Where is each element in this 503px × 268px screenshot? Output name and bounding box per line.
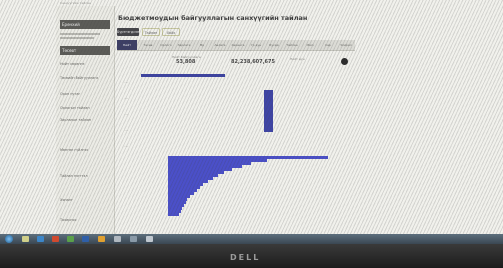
tab-11[interactable]: Сар — [321, 40, 335, 50]
sidebar: Ерөнхий Төсөвт Нийт хөрөнгө Төсвийн байг… — [56, 6, 115, 238]
media-icon[interactable] — [52, 236, 59, 242]
chrome-icon[interactable] — [98, 236, 105, 242]
sidebar-item-10[interactable]: Тохиргоо — [60, 218, 76, 222]
sidebar-item-3[interactable]: Төсвийн байгууллага — [60, 76, 98, 80]
tab-4[interactable]: Өр — [195, 40, 209, 50]
column-bar — [264, 90, 273, 132]
stat-caption-left: Нийт байгууллага — [172, 55, 201, 59]
stat-value-right: 82,238,607,675 — [231, 59, 275, 65]
horizontal-bar-chart — [168, 156, 338, 218]
sidebar-item-5[interactable]: Орлогын тайлан — [60, 106, 90, 110]
tab-bar: Нийт Төсөв Орлого Зарлага Өр Авлага Хөрө… — [117, 40, 355, 51]
sidebar-item-7[interactable]: Мөнгөн гүйлгээ — [60, 148, 88, 152]
taskbar — [0, 234, 503, 244]
tab-10[interactable]: Жил — [303, 40, 317, 50]
word-icon[interactable] — [82, 236, 89, 242]
tab-8[interactable]: Бусад — [267, 40, 281, 50]
divider — [60, 37, 94, 39]
tab-5[interactable]: Авлага — [213, 40, 227, 50]
tab-1[interactable]: Төсөв — [141, 40, 155, 50]
start-button[interactable] — [5, 235, 13, 243]
excel-icon[interactable] — [67, 236, 74, 242]
folder-icon[interactable] — [22, 236, 29, 242]
app-icon[interactable] — [130, 236, 137, 242]
sidebar-item-1[interactable]: Төсөвт — [60, 46, 110, 55]
sidebar-item-4[interactable]: Орон нутаг — [60, 92, 80, 96]
stat-value-left: 53,808 — [176, 59, 196, 65]
sidebar-item-0[interactable]: Ерөнхий — [60, 20, 110, 29]
tab-7[interactable]: Үр дүн — [249, 40, 263, 50]
sidebar-item-9[interactable]: Хяналт — [60, 198, 73, 202]
sidebar-item-6[interactable]: Зарлагын тайлан — [60, 118, 91, 122]
app-icon[interactable] — [146, 236, 153, 242]
sidebar-item-2[interactable]: Нийт хөрөнгө — [60, 62, 84, 66]
browser-icon[interactable] — [37, 236, 44, 242]
tab-9[interactable]: Тайлан — [285, 40, 299, 50]
tab-2[interactable]: Орлого — [159, 40, 173, 50]
tab-12[interactable]: Улирал — [339, 40, 353, 50]
registered-button[interactable]: Бүртгэгдсэн — [117, 28, 139, 36]
data-row-label: ..... — [124, 112, 129, 116]
info-icon[interactable] — [341, 58, 348, 65]
data-row-label: ..... — [124, 128, 129, 132]
divider — [60, 33, 100, 35]
sidebar-item-8[interactable]: Тайлан нэгтгэл — [60, 174, 88, 178]
page-title: Бюджетмоудын байгууллагын санхүүгийн тай… — [118, 14, 308, 22]
progress-strip — [141, 74, 225, 77]
search-button[interactable]: Хайх — [162, 28, 180, 36]
report-button[interactable]: Тайлан — [142, 28, 160, 36]
chart-bar — [168, 213, 179, 216]
monitor-screen: Санхүүгийн тайлан Ерөнхий Төсөвт Нийт хө… — [0, 0, 503, 244]
data-row-label: ..... — [124, 80, 129, 84]
tab-0[interactable]: Нийт — [117, 40, 137, 50]
breadcrumb[interactable]: Санхүүгийн тайлан — [60, 1, 91, 5]
app-icon[interactable] — [114, 236, 121, 242]
tab-6[interactable]: Хөрөнгө — [231, 40, 245, 50]
dell-logo: DELL — [230, 253, 261, 262]
data-row-label: ..... — [124, 96, 129, 100]
data-row-label: ..... — [124, 144, 129, 148]
tab-3[interactable]: Зарлага — [177, 40, 191, 50]
stat-caption-right: Нийт дүн — [290, 57, 305, 61]
